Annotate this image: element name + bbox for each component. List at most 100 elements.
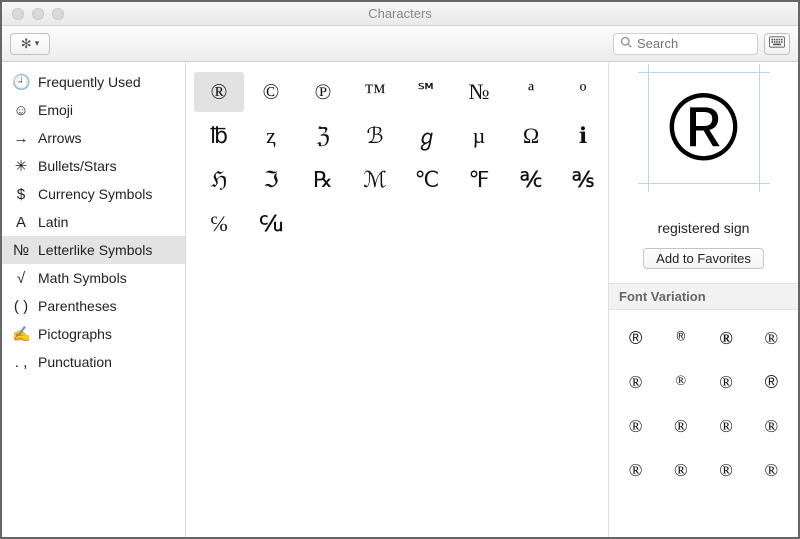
character-name: registered sign [609,220,798,236]
character-cell[interactable]: ℔ [194,116,244,156]
category-icon: √ [12,270,30,287]
font-variation-cell[interactable]: ® [749,360,794,404]
category-label: Emoji [38,102,73,118]
category-item[interactable]: ✍ Pictographs [2,320,185,348]
detail-panel: ® registered sign Add to Favorites Font … [608,62,798,537]
category-icon: ☺ [12,102,30,119]
category-icon: $ [12,186,30,203]
character-cell[interactable]: ℬ [350,116,400,156]
character-cell[interactable]: º [558,72,608,112]
character-cell[interactable]: ℆ [246,204,296,244]
category-label: Currency Symbols [38,186,152,202]
font-variation-cell[interactable]: ® [749,448,794,492]
gear-icon: ✻ [21,36,32,52]
character-cell[interactable]: ℳ [350,160,400,200]
category-item[interactable]: ☺ Emoji [2,96,185,124]
category-item[interactable]: ( ) Parentheses [2,292,185,320]
font-variation-cell[interactable]: ® [704,316,749,360]
search-icon [620,36,632,51]
character-cell[interactable]: ℨ [298,116,348,156]
category-icon: 🕘 [12,73,30,91]
character-cell[interactable]: Ω [506,116,556,156]
character-preview: ® [609,62,798,194]
font-variation-cell[interactable]: ® [704,404,749,448]
character-cell[interactable]: ℹ [558,116,608,156]
category-item[interactable]: . , Punctuation [2,348,185,376]
font-variation-cell[interactable]: ® [613,404,658,448]
window-title: Characters [2,6,798,21]
character-cell[interactable]: ℗ [298,72,348,112]
traffic-lights [2,8,64,20]
character-cell[interactable]: ª [506,72,556,112]
font-variation-cell[interactable]: ® [704,360,749,404]
font-variation-cell[interactable]: ® [749,404,794,448]
category-item[interactable]: $ Currency Symbols [2,180,185,208]
character-cell[interactable]: ℃ [402,160,452,200]
category-label: Pictographs [38,326,112,342]
character-cell[interactable]: ℉ [454,160,504,200]
font-variation-cell[interactable]: ® [749,316,794,360]
actions-menu-button[interactable]: ✻ ▾ [10,33,50,55]
category-label: Arrows [38,130,82,146]
character-cell[interactable]: ™ [350,72,400,112]
font-variation-cell[interactable]: ® [613,360,658,404]
character-cell[interactable]: © [246,72,296,112]
character-cell[interactable]: ℊ [402,116,452,156]
add-to-favorites-button[interactable]: Add to Favorites [643,248,764,269]
category-item[interactable]: A Latin [2,208,185,236]
font-variation-cell[interactable]: ® [658,448,703,492]
font-variation-cell[interactable]: ® [658,360,703,404]
keyboard-viewer-button[interactable] [764,33,790,55]
search-field[interactable] [613,33,758,55]
category-item[interactable]: № Letterlike Symbols [2,236,185,264]
preview-glyph: ® [668,80,739,176]
character-cell[interactable]: ℅ [194,204,244,244]
category-item[interactable]: → Arrows [2,124,185,152]
category-label: Frequently Used [38,74,141,90]
font-variation-cell[interactable]: ® [704,448,749,492]
category-label: Parentheses [38,298,117,314]
character-cell[interactable]: ℞ [298,160,348,200]
body: 🕘 Frequently Used ☺ Emoji → Arrows ✳ Bullets/St… [2,62,798,537]
font-variation-cell[interactable]: ® [613,316,658,360]
category-label: Letterlike Symbols [38,242,152,258]
font-variation-grid: ®®®®®®®®®®®®®®®® [609,310,798,492]
character-cell[interactable]: ℠ [402,72,452,112]
character-cell[interactable]: ℀ [506,160,556,200]
character-cell[interactable]: ® [194,72,244,112]
category-icon: ( ) [12,298,30,315]
category-icon: № [12,242,30,259]
category-label: Math Symbols [38,270,127,286]
category-item[interactable]: √ Math Symbols [2,264,185,292]
titlebar: Characters [2,2,798,26]
category-icon: ✍ [12,325,30,343]
category-item[interactable]: ✳ Bullets/Stars [2,152,185,180]
category-icon: ✳ [12,157,30,175]
category-label: Latin [38,214,68,230]
chevron-down-icon: ▾ [35,38,40,49]
category-label: Bullets/Stars [38,158,117,174]
category-icon: → [12,130,30,147]
character-cell[interactable]: ℁ [558,160,608,200]
character-viewer-window: Characters ✻ ▾ 🕘 Frequently Used ☺ Emoji → Ar… [0,0,800,539]
close-window-button[interactable] [12,8,24,20]
character-cell[interactable]: µ [454,116,504,156]
minimize-window-button[interactable] [32,8,44,20]
category-item[interactable]: 🕘 Frequently Used [2,68,185,96]
font-variation-cell[interactable]: ® [658,316,703,360]
font-variation-header: Font Variation [609,283,798,310]
zoom-window-button[interactable] [52,8,64,20]
category-icon: A [12,214,30,231]
category-sidebar: 🕘 Frequently Used ☺ Emoji → Arrows ✳ Bullets/St… [2,62,186,537]
keyboard-icon [769,35,785,53]
category-label: Punctuation [38,354,112,370]
category-icon: . , [12,354,30,371]
font-variation-cell[interactable]: ® [613,448,658,492]
character-cell[interactable]: ℌ [194,160,244,200]
character-grid-area: ®©℗™℠№ªº ℔ⱬℨℬℊµΩℹ ℌℑ℞ℳ℃℉℀℁ ℅℆ [186,62,608,537]
character-cell[interactable]: ℑ [246,160,296,200]
character-cell[interactable]: № [454,72,504,112]
character-cell[interactable]: ⱬ [246,116,296,156]
font-variation-cell[interactable]: ® [658,404,703,448]
toolbar: ✻ ▾ [2,26,798,62]
